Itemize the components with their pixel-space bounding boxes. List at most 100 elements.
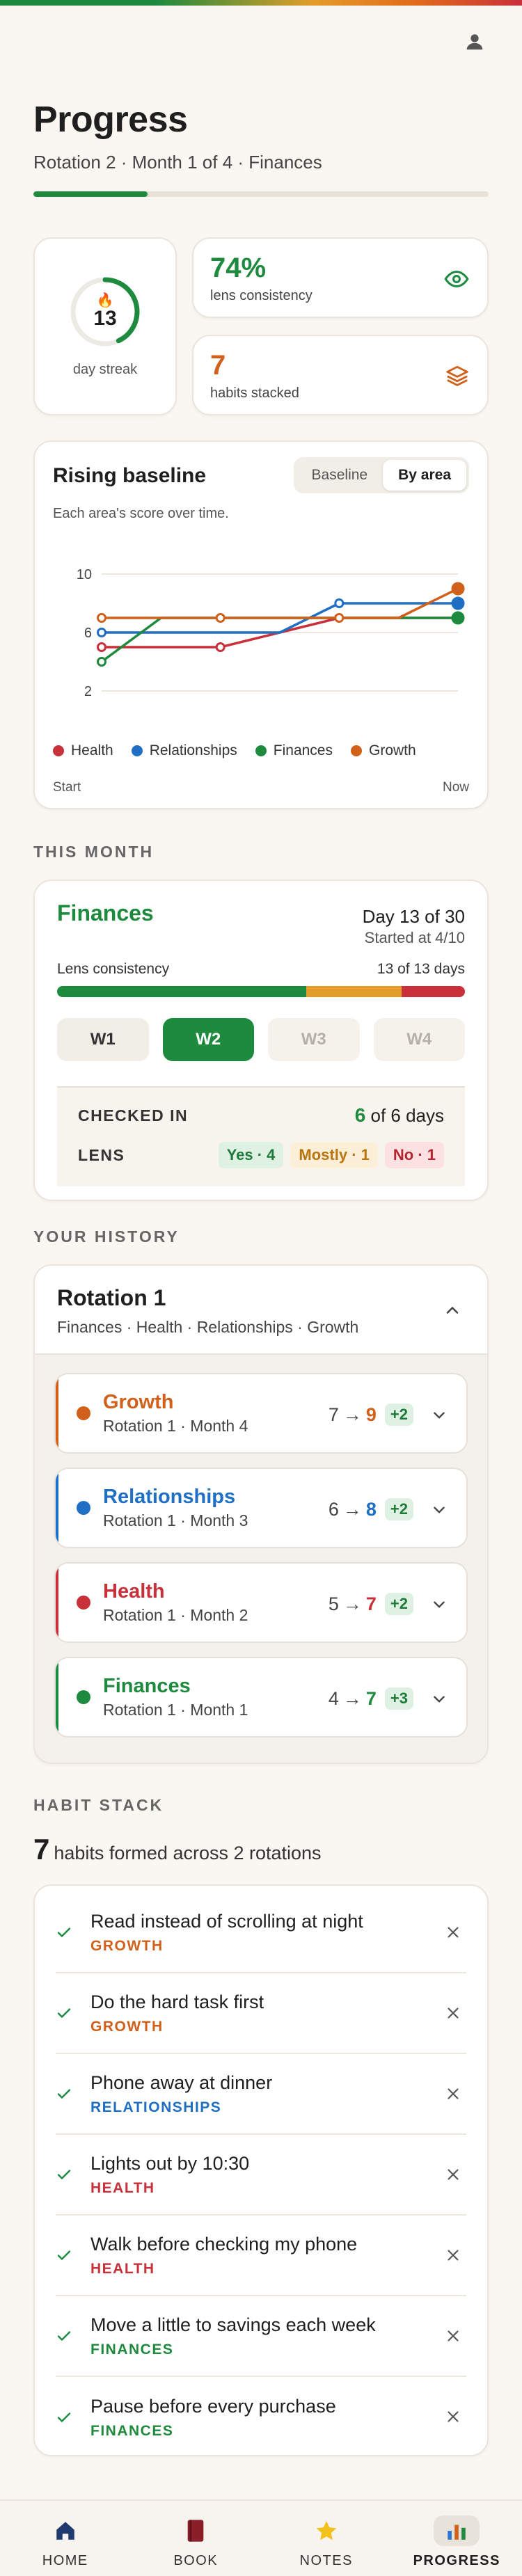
this-month-heading: THIS MONTH [33, 843, 155, 861]
series-line-finances [100, 617, 458, 663]
score-change: 7 → 9 +2 [329, 1404, 413, 1426]
streak-ring: 🔥 13 [69, 276, 141, 348]
score-delta-badge: +2 [384, 1498, 413, 1520]
data-point-finances [451, 611, 465, 625]
consistency-card[interactable]: 74% lens consistency [192, 237, 489, 318]
bar-chart-icon [448, 2525, 466, 2540]
day-counter: Day 13 of 30 [362, 906, 465, 927]
habit-name: Phone away at dinner [90, 2072, 273, 2093]
habit-item: Do the hard task first GROWTH [56, 1973, 466, 2054]
week-2-button[interactable]: W2 [162, 1018, 254, 1061]
check-icon [57, 2412, 71, 2422]
week-1-button[interactable]: W1 [57, 1018, 149, 1061]
lens-label: LENS [78, 1145, 125, 1164]
stats-row: 🔥 13 day streak 74% lens consistency 7 h… [0, 237, 522, 415]
history-area-name: Health [103, 1580, 165, 1603]
data-point-growth [97, 613, 106, 623]
chevron-down-icon[interactable] [430, 1596, 448, 1614]
week-4-button[interactable]: W4 [373, 1018, 465, 1061]
history-item-finances[interactable]: Finances Rotation 1 · Month 1 4 → 7 +3 [54, 1657, 468, 1738]
close-icon[interactable] [444, 2085, 462, 2103]
legend-finances: Finances [255, 742, 333, 759]
area-dot [77, 1596, 90, 1609]
area-color-bar [56, 1564, 58, 1641]
chevron-up-icon[interactable] [443, 1301, 462, 1320]
history-list: Growth Rotation 1 · Month 4 7 → 9 +2 Relations… [35, 1355, 487, 1756]
nav-book[interactable]: BOOK [131, 2501, 262, 2576]
lens-yes-badge: Yes · 4 [218, 1142, 284, 1168]
rising-baseline-card: 2 6 10 Rising baseline Baseline By area Ea… [33, 440, 489, 809]
nav-notes[interactable]: NOTES [261, 2501, 392, 2576]
week-3-button[interactable]: W3 [268, 1018, 360, 1061]
profile-button[interactable] [458, 25, 491, 58]
score-change: 6 → 8 +2 [329, 1498, 413, 1520]
habit-name: Lights out by 10:30 [90, 2152, 250, 2174]
y-tick-label: 10 [77, 567, 92, 582]
home-icon [56, 2521, 74, 2540]
habit-area: RELATIONSHIPS [90, 2099, 222, 2115]
close-icon[interactable] [444, 2004, 462, 2022]
history-month: Rotation 1 · Month 4 [103, 1417, 248, 1435]
arrow-right-icon: → [342, 1404, 362, 1425]
lens-mostly-badge: Mostly · 1 [290, 1142, 378, 1168]
history-heading: YOUR HISTORY [33, 1227, 180, 1246]
checked-in-label: CHECKED IN [78, 1106, 189, 1124]
history-item-health[interactable]: Health Rotation 1 · Month 2 5 → 7 +2 [54, 1562, 468, 1643]
habit-area: HEALTH [90, 2260, 155, 2277]
chevron-down-icon[interactable] [430, 1690, 448, 1708]
rotation-progress-bar [33, 191, 489, 197]
y-tick-label: 6 [84, 626, 92, 641]
check-icon [57, 2250, 71, 2260]
check-icon [57, 2089, 71, 2099]
history-item-growth[interactable]: Growth Rotation 1 · Month 4 7 → 9 +2 [54, 1373, 468, 1454]
lens-consistency-label: Lens consistency [57, 961, 170, 977]
close-icon[interactable] [444, 2327, 462, 2345]
check-icon [57, 2008, 71, 2018]
score-delta-badge: +3 [384, 1687, 413, 1710]
rotation-1-header[interactable]: Rotation 1 Finances · Health · Relations… [35, 1266, 487, 1355]
close-icon[interactable] [444, 2165, 462, 2184]
habit-item: Read instead of scrolling at night GROWTH [56, 1893, 466, 1973]
habit-item: Walk before checking my phone HEALTH [56, 2216, 466, 2296]
data-point-relationships [97, 628, 106, 637]
person-icon [466, 34, 483, 50]
chevron-down-icon[interactable] [430, 1501, 448, 1519]
habit-area: FINANCES [90, 2422, 174, 2439]
tab-by-area[interactable]: By area [383, 460, 466, 491]
arrow-right-icon: → [342, 1498, 362, 1520]
page-subtitle: Rotation 2 · Month 1 of 4 · Finances [33, 152, 322, 173]
history-item-relationships[interactable]: Relationships Rotation 1 · Month 3 6 → 8 +2 [54, 1468, 468, 1548]
page-title: Progress [33, 100, 188, 140]
week-selector: W1 W2 W3 W4 [57, 1018, 465, 1061]
rotation-title: Rotation 1 [57, 1285, 166, 1310]
lens-bar-mostly [306, 986, 402, 997]
stacked-card[interactable]: 7 habits stacked [192, 335, 489, 415]
close-icon[interactable] [444, 2408, 462, 2426]
data-point-growth [334, 613, 345, 623]
history-area-name: Finances [103, 1675, 191, 1697]
x-axis-ends: Start Now [53, 780, 469, 795]
week-summary: CHECKED IN 6 of 6 days LENS Yes · 4 Most… [57, 1086, 465, 1186]
data-point-relationships [334, 598, 345, 608]
nav-home[interactable]: HOME [0, 2501, 131, 2576]
area-color-bar [56, 1374, 58, 1452]
nav-progress[interactable]: PROGRESS [392, 2501, 522, 2576]
chevron-down-icon[interactable] [430, 1406, 448, 1424]
habit-stack-heading: HABIT STACK [33, 1796, 164, 1814]
y-tick-label: 2 [84, 684, 92, 699]
x-axis-start: Start [53, 780, 81, 795]
close-icon[interactable] [444, 2246, 462, 2264]
habit-area: FINANCES [90, 2341, 174, 2358]
chart-legend: Health Relationships Finances Growth [53, 742, 416, 759]
habit-name: Move a little to savings each week [90, 2314, 376, 2335]
habit-item: Move a little to savings each week FINANC… [56, 2296, 466, 2377]
star-icon [316, 2520, 337, 2540]
close-icon[interactable] [444, 1923, 462, 1941]
flame-icon: 🔥 [96, 292, 114, 308]
area-dot [77, 1406, 90, 1420]
habit-item: Lights out by 10:30 HEALTH [56, 2135, 466, 2216]
score-change: 4 → 7 +3 [329, 1687, 413, 1710]
score-change: 5 → 7 +2 [329, 1593, 413, 1615]
tab-baseline[interactable]: Baseline [296, 460, 383, 491]
arrow-right-icon: → [342, 1687, 362, 1709]
